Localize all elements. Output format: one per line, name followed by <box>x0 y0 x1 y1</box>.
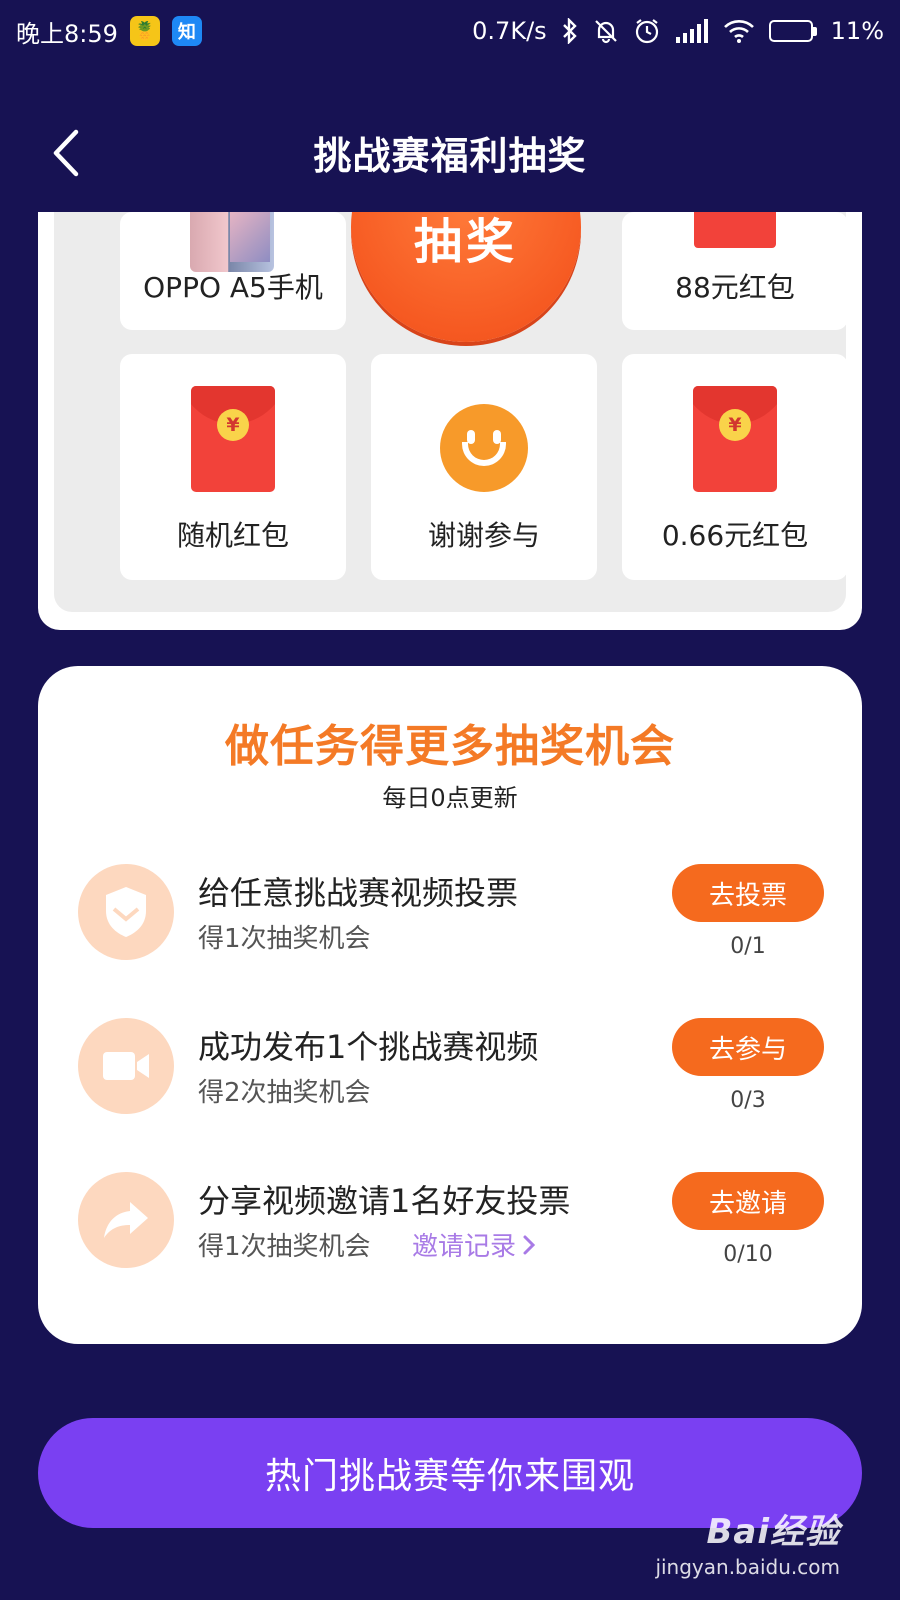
prize-tile-phone: OPPO A5手机 <box>120 212 346 330</box>
battery-percent: 11% <box>830 17 884 45</box>
invite-record-label: 邀请记录 <box>412 1232 517 1262</box>
task-icon <box>78 1018 174 1114</box>
signal-icon <box>675 19 708 43</box>
share-arrow-icon <box>104 1202 148 1238</box>
chevron-left-icon <box>53 129 79 177</box>
prize-label: 0.66元红包 <box>661 519 809 552</box>
draw-button[interactable]: 抽奖 <box>351 212 581 342</box>
prize-grid: OPPO A5手机 抽奖 88元红包 ¥ 随机红包 谢谢参与 ¥ 0.66元红包 <box>54 212 848 612</box>
task-name: 给任意挑战赛视频投票 <box>198 874 519 912</box>
tasks-title: 做任务得更多抽奖机会 <box>225 721 675 772</box>
header: 挑战赛福利抽奖 <box>0 110 900 194</box>
task-row-vote: 给任意挑战赛视频投票 得1次抽奖机会 去投票 0/1 <box>38 864 862 984</box>
prize-card: OPPO A5手机 抽奖 88元红包 ¥ 随机红包 谢谢参与 ¥ 0.66元红包 <box>38 212 862 630</box>
vote-button[interactable]: 去投票 <box>672 864 824 922</box>
status-left: 晚上8:59 🍍 知 <box>16 14 202 49</box>
watermark-logo: Bai经验 <box>706 1512 840 1552</box>
task-progress: 0/3 <box>730 1088 766 1113</box>
task-icon <box>78 864 174 960</box>
back-button[interactable] <box>40 128 90 178</box>
battery-icon <box>768 20 817 42</box>
pineapple-app-icon: 🍍 <box>129 16 160 46</box>
tasks-subtitle: 每日0点更新 <box>382 784 518 812</box>
task-icon <box>78 1172 174 1268</box>
task-reward: 得1次抽奖机会 <box>198 924 371 954</box>
prize-tile-88-red-packet: 88元红包 <box>622 212 848 330</box>
watermark-url: jingyan.baidu.com <box>655 1555 840 1579</box>
task-progress: 0/1 <box>730 934 766 959</box>
zhihu-app-icon: 知 <box>171 16 202 46</box>
status-time: 晚上8:59 <box>16 19 118 48</box>
status-right: 0.7K/s 11% <box>472 17 884 45</box>
draw-button-label: 抽奖 <box>413 214 518 270</box>
chevron-right-icon <box>523 1235 536 1254</box>
task-reward: 得1次抽奖机会 <box>198 1232 371 1262</box>
task-name: 成功发布1个挑战赛视频 <box>198 1028 539 1066</box>
task-row-publish: 成功发布1个挑战赛视频 得2次抽奖机会 去参与 0/3 <box>38 1018 862 1138</box>
prize-label: 88元红包 <box>675 271 795 304</box>
task-progress: 0/10 <box>723 1242 773 1267</box>
shield-icon <box>106 887 146 937</box>
invite-record-link[interactable]: 邀请记录 <box>412 1226 536 1263</box>
tasks-card: 做任务得更多抽奖机会 每日0点更新 给任意挑战赛视频投票 得1次抽奖机会 去投票… <box>38 666 862 1344</box>
prize-label: OPPO A5手机 <box>143 271 323 304</box>
baidu-jingyan-watermark: Bai经验 jingyan.baidu.com <box>655 1504 840 1579</box>
status-bar: 晚上8:59 🍍 知 0.7K/s 11% <box>0 0 900 62</box>
alarm-icon <box>635 19 658 44</box>
invite-button[interactable]: 去邀请 <box>672 1172 824 1230</box>
task-reward: 得2次抽奖机会 <box>198 1078 371 1108</box>
prize-tile-random-red-packet: ¥ 随机红包 <box>120 354 346 580</box>
red-packet-icon <box>694 212 776 248</box>
task-name: 分享视频邀请1名好友投票 <box>198 1182 571 1220</box>
participate-button[interactable]: 去参与 <box>672 1018 824 1076</box>
net-speed: 0.7K/s <box>472 17 547 45</box>
page-title: 挑战赛福利抽奖 <box>313 133 587 178</box>
video-camera-icon <box>103 1052 149 1080</box>
phone-icon <box>190 212 274 272</box>
prize-label: 谢谢参与 <box>427 519 540 552</box>
prize-tile-thanks: 谢谢参与 <box>371 354 597 580</box>
red-packet-icon: ¥ <box>693 386 777 492</box>
prize-label: 随机红包 <box>176 519 289 552</box>
task-row-invite: 分享视频邀请1名好友投票 得1次抽奖机会 邀请记录 去邀请 0/10 <box>38 1172 862 1292</box>
bluetooth-icon <box>562 18 577 44</box>
bell-off-icon <box>594 20 617 44</box>
smiley-icon <box>440 404 528 492</box>
prize-tile-066-red-packet: ¥ 0.66元红包 <box>622 354 848 580</box>
wifi-icon <box>723 20 754 43</box>
red-packet-icon: ¥ <box>191 386 275 492</box>
